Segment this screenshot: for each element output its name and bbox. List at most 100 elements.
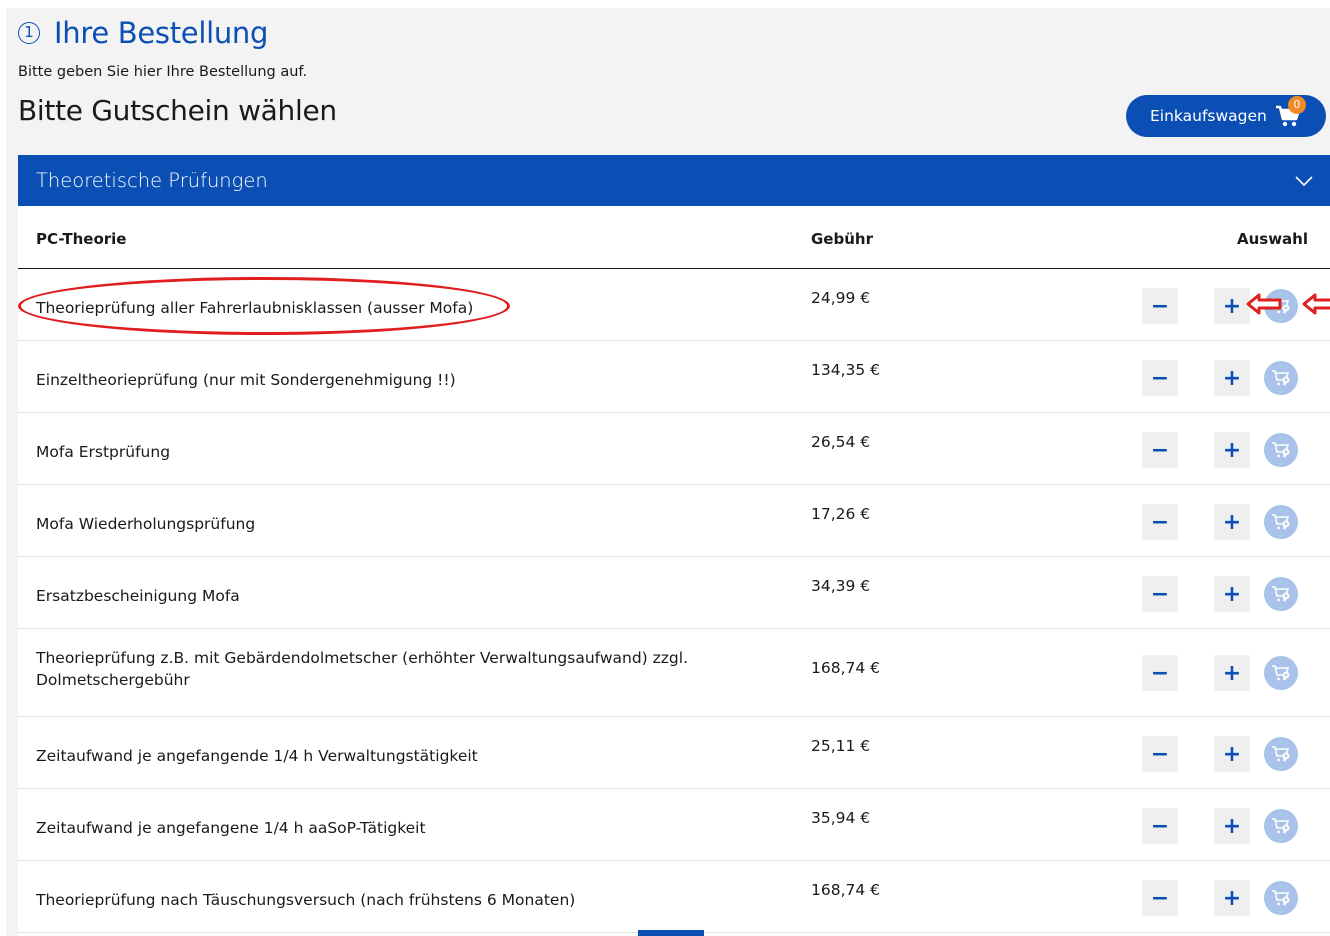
step-number: 1	[18, 22, 40, 44]
column-header-fee: Gebühr	[811, 230, 873, 248]
decrease-button[interactable]: −	[1142, 432, 1178, 468]
decrease-button[interactable]: −	[1142, 736, 1178, 772]
quantity-input[interactable]	[1178, 655, 1214, 691]
add-to-cart-button[interactable]	[1264, 361, 1298, 395]
table-row: Mofa Wiederholungsprüfung 17,26 € − +	[18, 485, 1330, 557]
product-name: Theorieprüfung z.B. mit Gebärdendolmetsc…	[36, 649, 688, 689]
column-header-name: PC-Theorie	[36, 230, 127, 248]
add-to-cart-button[interactable]	[1264, 505, 1298, 539]
product-fee: 34,39 €	[811, 577, 871, 595]
table-row: Zeitaufwand je angefangene 1/4 h aaSoP-T…	[18, 789, 1330, 861]
quantity-input[interactable]	[1178, 808, 1214, 844]
table-row: Ersatzbescheinigung Mofa 34,39 € − +	[18, 557, 1330, 629]
product-fee: 24,99 €	[811, 289, 871, 307]
cart-add-icon	[1272, 890, 1290, 906]
page-subtitle: Bitte geben Sie hier Ihre Bestellung auf…	[18, 64, 308, 80]
add-to-cart-button[interactable]	[1264, 433, 1298, 467]
product-name: Mofa Erstprüfung	[36, 443, 171, 461]
voucher-heading: Bitte Gutschein wählen	[18, 94, 337, 127]
decrease-button[interactable]: −	[1142, 880, 1178, 916]
decrease-button[interactable]: −	[1142, 504, 1178, 540]
quantity-stepper: − +	[1142, 880, 1298, 916]
increase-button[interactable]: +	[1214, 288, 1250, 324]
quantity-input[interactable]	[1178, 736, 1214, 772]
table-row: Theorieprüfung nach Täuschungsversuch (n…	[18, 861, 1330, 933]
product-fee: 168,74 €	[811, 659, 881, 677]
cart-count-badge: 0	[1287, 96, 1306, 114]
decrease-button[interactable]: −	[1142, 808, 1178, 844]
quantity-stepper: − +	[1142, 808, 1298, 844]
chevron-down-icon	[1294, 169, 1314, 192]
add-to-cart-button[interactable]	[1264, 289, 1298, 323]
product-name: Zeitaufwand je angefangene 1/4 h aaSoP-T…	[36, 819, 426, 837]
cart-add-icon	[1272, 514, 1290, 530]
increase-button[interactable]: +	[1214, 504, 1250, 540]
product-name: Einzeltheorieprüfung (nur mit Sondergene…	[36, 371, 456, 389]
quantity-input[interactable]	[1178, 880, 1214, 916]
product-fee: 35,94 €	[811, 809, 871, 827]
product-name: Zeitaufwand je angefangende 1/4 h Verwal…	[36, 747, 478, 765]
product-fee: 25,11 €	[811, 737, 871, 755]
quantity-input[interactable]	[1178, 432, 1214, 468]
product-name: Ersatzbescheinigung Mofa	[36, 587, 240, 605]
order-page: 1 Ihre Bestellung Bitte geben Sie hier I…	[6, 8, 1330, 936]
cart-add-icon	[1272, 746, 1290, 762]
cart-add-icon	[1272, 665, 1290, 681]
cart-button[interactable]: Einkaufswagen 0	[1126, 95, 1326, 137]
product-fee: 26,54 €	[811, 433, 871, 451]
quantity-stepper: − +	[1142, 576, 1298, 612]
table-row: Zeitaufwand je angefangende 1/4 h Verwal…	[18, 717, 1330, 789]
cart-add-icon	[1272, 442, 1290, 458]
table-row: Mofa Erstprüfung 26,54 € − +	[18, 413, 1330, 485]
decrease-button[interactable]: −	[1142, 360, 1178, 396]
table-row: Theorieprüfung z.B. mit Gebärdendolmetsc…	[18, 629, 1330, 717]
products-panel: Theoretische Prüfungen PC-Theorie Gebühr…	[18, 155, 1330, 936]
decrease-button[interactable]: −	[1142, 655, 1178, 691]
quantity-stepper: − +	[1142, 655, 1298, 691]
add-to-cart-button[interactable]	[1264, 881, 1298, 915]
cart-add-icon	[1272, 818, 1290, 834]
increase-button[interactable]: +	[1214, 432, 1250, 468]
quantity-stepper: − +	[1142, 288, 1298, 324]
arrow-left-icon	[1302, 293, 1330, 315]
step-header: 1 Ihre Bestellung	[18, 16, 268, 50]
scroll-indicator	[638, 930, 704, 936]
product-name: Theorieprüfung nach Täuschungsversuch (n…	[36, 891, 576, 909]
quantity-input[interactable]	[1178, 504, 1214, 540]
quantity-input[interactable]	[1178, 360, 1214, 396]
increase-button[interactable]: +	[1214, 360, 1250, 396]
quantity-stepper: − +	[1142, 432, 1298, 468]
product-fee: 134,35 €	[811, 361, 881, 379]
increase-button[interactable]: +	[1214, 880, 1250, 916]
table-row: Theorieprüfung aller Fahrerlaubnisklasse…	[18, 269, 1330, 341]
add-to-cart-button[interactable]	[1264, 737, 1298, 771]
product-fee: 17,26 €	[811, 505, 871, 523]
table-header: PC-Theorie Gebühr Auswahl	[18, 206, 1330, 269]
accordion-title: Theoretische Prüfungen	[36, 169, 268, 192]
product-name: Mofa Wiederholungsprüfung	[36, 515, 256, 533]
add-to-cart-button[interactable]	[1264, 656, 1298, 690]
accordion-theoretische-pruefungen[interactable]: Theoretische Prüfungen	[18, 155, 1330, 206]
cart-button-label: Einkaufswagen	[1150, 107, 1267, 125]
add-to-cart-button[interactable]	[1264, 577, 1298, 611]
increase-button[interactable]: +	[1214, 576, 1250, 612]
increase-button[interactable]: +	[1214, 736, 1250, 772]
increase-button[interactable]: +	[1214, 808, 1250, 844]
quantity-stepper: − +	[1142, 736, 1298, 772]
product-name: Theorieprüfung aller Fahrerlaubnisklasse…	[36, 299, 474, 317]
cart-add-icon	[1272, 586, 1290, 602]
quantity-stepper: − +	[1142, 504, 1298, 540]
page-title: Ihre Bestellung	[54, 16, 269, 50]
column-header-select: Auswahl	[1236, 230, 1308, 248]
add-to-cart-button[interactable]	[1264, 809, 1298, 843]
increase-button[interactable]: +	[1214, 655, 1250, 691]
product-fee: 168,74 €	[811, 881, 881, 899]
quantity-input[interactable]	[1178, 576, 1214, 612]
decrease-button[interactable]: −	[1142, 288, 1178, 324]
decrease-button[interactable]: −	[1142, 576, 1178, 612]
cart-icon: 0	[1275, 96, 1306, 128]
cart-add-icon	[1272, 370, 1290, 386]
cart-add-icon	[1272, 298, 1290, 314]
table-row: Einzeltheorieprüfung (nur mit Sondergene…	[18, 341, 1330, 413]
quantity-input[interactable]	[1178, 288, 1214, 324]
